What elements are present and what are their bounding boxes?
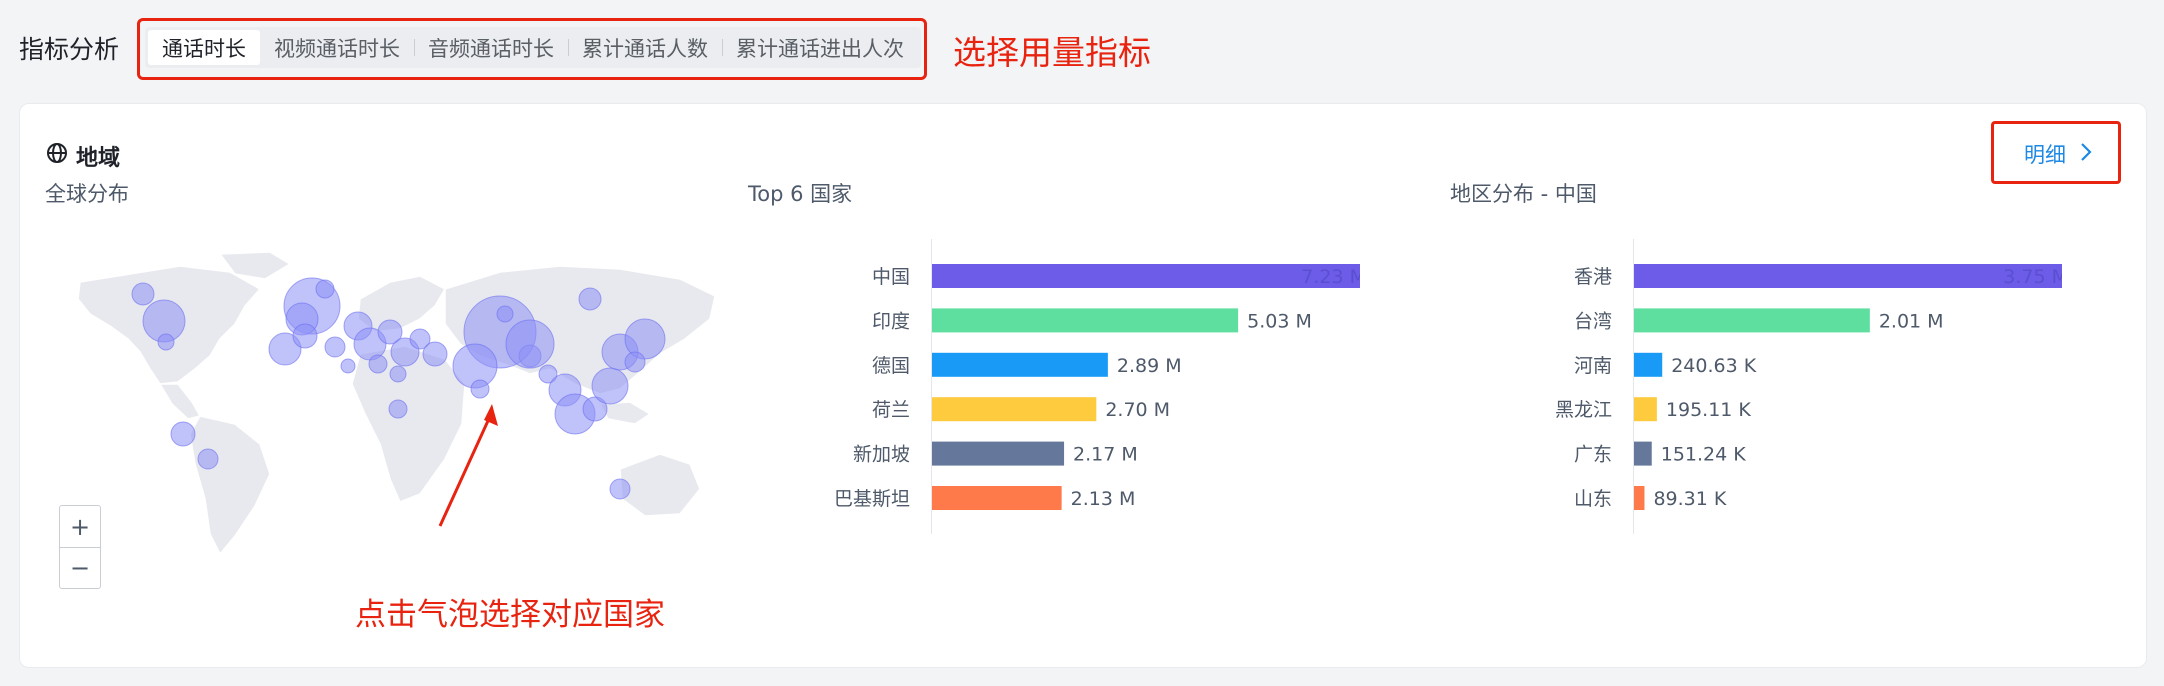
chart-value-label: 151.24 K	[1661, 444, 1747, 466]
map-zoom-control: + −	[59, 505, 101, 589]
map-bubble[interactable]	[389, 365, 407, 383]
metric-bar: 指标分析 通话时长 视频通话时长 音频通话时长 累计通话人数 累计通话进出人次 …	[0, 0, 2164, 98]
chart-bar[interactable]	[1634, 264, 2074, 288]
chart-bar[interactable]	[932, 486, 1062, 510]
chart-value-label: 2.17 M	[1073, 444, 1138, 466]
chart-value-label: 2.70 M	[1105, 399, 1170, 421]
detail-link-label: 明细	[2024, 143, 2066, 167]
chart-category-label: 河南	[1574, 355, 1612, 377]
map-bubble[interactable]	[591, 367, 629, 405]
chart-value-label: 2.13 M	[1071, 488, 1136, 510]
map-bubble[interactable]	[624, 351, 646, 373]
chart-value-label: 195.11 K	[1666, 399, 1752, 421]
card-title-text: 地域	[76, 146, 121, 171]
globe-icon	[46, 142, 68, 170]
map-bubble[interactable]	[131, 282, 155, 306]
chart-bar[interactable]	[1634, 352, 1663, 377]
map-bubble[interactable]	[609, 478, 631, 500]
tab-video-call-duration[interactable]: 视频通话时长	[260, 30, 414, 65]
map-bubble[interactable]	[157, 333, 175, 351]
chart-value-label: 240.63 K	[1671, 355, 1757, 377]
top-countries-title: Top 6 国家	[748, 182, 853, 206]
chart-category-label: 山东	[1574, 488, 1612, 510]
map-bubble[interactable]	[505, 319, 555, 369]
map-bubble[interactable]	[368, 354, 388, 374]
map-bubble[interactable]	[496, 305, 514, 323]
chart-bar[interactable]	[932, 441, 1065, 466]
map-bubble[interactable]	[324, 336, 346, 358]
region-card: 地域 明细 全球分布 Top 6 国家 地区分布 - 中国 + − 点击气泡选择…	[19, 103, 2147, 668]
map-bubble[interactable]	[340, 358, 356, 374]
chart-value-label: 3.75 M	[2003, 266, 2062, 288]
global-distribution-title: 全球分布	[45, 182, 129, 206]
region-distribution-title: 地区分布 - 中国	[1450, 182, 1597, 206]
chevron-right-icon	[2080, 142, 2092, 167]
chart-bar[interactable]	[932, 397, 1097, 422]
world-map[interactable]	[60, 244, 740, 564]
region-distribution-chart-svg: 香港 3.75 M 台湾 2.01 M 河南 240.63 K 黑龙江 195.11 K 广东 1…	[1555, 239, 2074, 534]
metric-label: 指标分析	[19, 35, 120, 64]
chart-bar[interactable]	[1634, 397, 1657, 422]
annotation-select-metric: 选择用量指标	[953, 33, 1151, 72]
top-countries-chart: 中国 7.23 M 印度 5.03 M 德国 2.89 M 荷兰 2.70 M 新加坡 2.17 …	[760, 234, 1372, 578]
chart-category-label: 荷兰	[872, 399, 910, 421]
region-distribution-chart: 香港 3.75 M 台湾 2.01 M 河南 240.63 K 黑龙江 195.11 K 广东 1…	[1462, 234, 2074, 578]
tab-cumulative-call-entries[interactable]: 累计通话进出人次	[722, 30, 918, 65]
card-title: 地域	[46, 140, 120, 172]
map-bubble[interactable]	[315, 279, 335, 299]
chart-bar[interactable]	[932, 264, 1372, 288]
tab-call-duration[interactable]: 通话时长	[148, 30, 260, 65]
zoom-in-button[interactable]: +	[60, 506, 100, 547]
map-bubble[interactable]	[388, 399, 408, 419]
chart-category-label: 黑龙江	[1555, 399, 1612, 421]
detail-link[interactable]: 明细	[2024, 139, 2092, 169]
chart-bar[interactable]	[1634, 486, 1645, 510]
chart-bar[interactable]	[1634, 441, 1652, 466]
chart-value-label: 2.89 M	[1117, 355, 1182, 377]
chart-category-label: 巴基斯坦	[834, 488, 910, 510]
top-countries-chart-svg: 中国 7.23 M 印度 5.03 M 德国 2.89 M 荷兰 2.70 M 新加坡 2.17 …	[834, 239, 1372, 534]
world-map-svg	[77, 251, 716, 556]
chart-category-label: 广东	[1574, 444, 1612, 466]
chart-value-label: 89.31 K	[1653, 488, 1726, 510]
chart-category-label: 印度	[872, 310, 910, 332]
map-bubble[interactable]	[292, 323, 318, 349]
map-bubble[interactable]	[197, 448, 219, 470]
chart-bar[interactable]	[932, 308, 1239, 333]
tab-cumulative-callers[interactable]: 累计通话人数	[568, 30, 722, 65]
chart-category-label: 新加坡	[853, 444, 910, 466]
annotation-click-bubble: 点击气泡选择对应国家	[355, 597, 665, 633]
chart-value-label: 2.01 M	[1879, 310, 1944, 332]
map-bubble[interactable]	[470, 379, 490, 399]
chart-value-label: 5.03 M	[1247, 310, 1312, 332]
map-bubble[interactable]	[578, 287, 602, 311]
chart-bar[interactable]	[1634, 308, 1870, 333]
map-bubble[interactable]	[170, 421, 196, 447]
chart-category-label: 德国	[872, 355, 910, 377]
zoom-out-button[interactable]: −	[60, 547, 100, 588]
chart-value-label: 7.23 M	[1301, 266, 1360, 288]
chart-bar[interactable]	[932, 352, 1108, 377]
tab-audio-call-duration[interactable]: 音频通话时长	[414, 30, 568, 65]
chart-category-label: 香港	[1574, 266, 1612, 288]
chart-category-label: 台湾	[1574, 310, 1612, 332]
map-bubble[interactable]	[422, 341, 448, 367]
chart-category-label: 中国	[872, 266, 910, 288]
metric-tabs: 通话时长 视频通话时长 音频通话时长 累计通话人数 累计通话进出人次	[145, 27, 921, 68]
